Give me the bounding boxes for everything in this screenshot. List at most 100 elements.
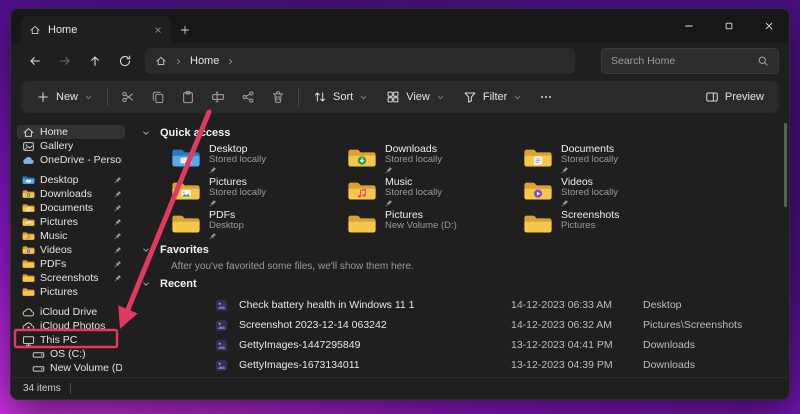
sidebar-item-screenshots[interactable]: Screenshots bbox=[17, 271, 125, 285]
onedrive-icon bbox=[22, 154, 35, 167]
more-options-button[interactable] bbox=[531, 84, 561, 110]
sidebar-item-icloud-photos[interactable]: iCloud Photos bbox=[17, 319, 125, 333]
filter-button[interactable]: Filter bbox=[454, 84, 531, 110]
pin-icon bbox=[385, 166, 442, 174]
section-recent[interactable]: Recent bbox=[141, 276, 775, 292]
command-bar: New Sort View Filter bbox=[21, 81, 779, 113]
sidebar-item-pictures[interactable]: Pictures bbox=[17, 285, 125, 299]
rename-button[interactable] bbox=[203, 84, 233, 110]
breadcrumb[interactable]: Home bbox=[145, 48, 575, 74]
pin-icon bbox=[114, 260, 122, 268]
navigation-bar: Home Search Home bbox=[11, 43, 789, 79]
quick-access-folder-pictures[interactable]: PicturesStored locally bbox=[171, 177, 347, 206]
chevron-down-icon[interactable] bbox=[141, 245, 151, 255]
quick-access-folder-downloads[interactable]: DownloadsStored locally bbox=[347, 144, 523, 173]
section-favorites[interactable]: Favorites bbox=[141, 242, 775, 258]
breadcrumb-root[interactable]: Home bbox=[190, 55, 219, 67]
sidebar-item-gallery[interactable]: Gallery bbox=[17, 139, 125, 153]
vertical-scrollbar[interactable] bbox=[784, 123, 787, 207]
back-button[interactable] bbox=[21, 47, 49, 75]
recent-files-list: Check battery health in Windows 11 114-1… bbox=[215, 295, 775, 375]
new-button[interactable]: New bbox=[27, 84, 102, 110]
quick-access-folder-desktop[interactable]: DesktopStored locally bbox=[171, 144, 347, 173]
sidebar-item-music[interactable]: Music bbox=[17, 229, 125, 243]
sidebar-item-videos[interactable]: Videos bbox=[17, 243, 125, 257]
pin-icon bbox=[561, 199, 618, 207]
sidebar-item-label: Pictures bbox=[40, 286, 78, 298]
sidebar-item-onedrive-personal[interactable]: OneDrive - Personal bbox=[17, 153, 125, 167]
content-pane: Quick access DesktopStored locally Downlo… bbox=[129, 119, 789, 377]
folder-icon bbox=[22, 287, 35, 298]
folder-tile-text: VideosStored locally bbox=[561, 177, 618, 206]
sidebar-item-desktop[interactable]: Desktop bbox=[17, 173, 125, 187]
recent-file-row[interactable]: GettyImages-167313401113-12-2023 04:39 P… bbox=[215, 355, 775, 375]
sidebar-item-label: Documents bbox=[40, 202, 93, 214]
folder-tile-text: ScreenshotsPictures bbox=[561, 210, 619, 239]
quick-access-folder-pdfs[interactable]: PDFsDesktop bbox=[171, 210, 347, 239]
folder-tile-text: DownloadsStored locally bbox=[385, 144, 442, 173]
quick-access-folder-documents[interactable]: DocumentsStored locally bbox=[523, 144, 699, 173]
image-file-icon bbox=[215, 299, 239, 312]
view-button[interactable]: View bbox=[377, 84, 454, 110]
up-button[interactable] bbox=[81, 47, 109, 75]
search-input[interactable]: Search Home bbox=[601, 48, 779, 74]
folder-name: Videos bbox=[561, 177, 618, 187]
close-button[interactable] bbox=[749, 9, 789, 43]
sidebar-item-pictures[interactable]: Pictures bbox=[17, 215, 125, 229]
section-quick-access[interactable]: Quick access bbox=[141, 125, 775, 141]
sidebar-item-os-c[interactable]: OS (C:) bbox=[17, 347, 125, 361]
sidebar-item-pdfs[interactable]: PDFs bbox=[17, 257, 125, 271]
sidebar-item-home[interactable]: Home bbox=[17, 125, 125, 139]
chevron-down-icon bbox=[513, 93, 522, 102]
sidebar-item-documents[interactable]: Documents bbox=[17, 201, 125, 215]
quick-access-folder-music[interactable]: MusicStored locally bbox=[347, 177, 523, 206]
recent-file-row[interactable]: GettyImages-144729584913-12-2023 04:41 P… bbox=[215, 335, 775, 355]
forward-button[interactable] bbox=[51, 47, 79, 75]
cut-button[interactable] bbox=[113, 84, 143, 110]
tab-close-icon[interactable] bbox=[153, 25, 163, 35]
status-bar: 34 items bbox=[11, 377, 789, 399]
folder-downloads-icon bbox=[22, 189, 35, 200]
refresh-button[interactable] bbox=[111, 47, 139, 75]
minimize-button[interactable] bbox=[669, 9, 709, 43]
quick-access-folder-pictures[interactable]: PicturesNew Volume (D:) bbox=[347, 210, 523, 239]
home-icon bbox=[155, 55, 167, 67]
new-tab-button[interactable] bbox=[171, 16, 199, 43]
divider bbox=[107, 88, 108, 106]
pin-icon bbox=[209, 232, 244, 240]
image-file-icon bbox=[215, 359, 239, 372]
delete-button[interactable] bbox=[263, 84, 293, 110]
folder-icon bbox=[523, 210, 553, 239]
quick-access-folder-videos[interactable]: VideosStored locally bbox=[523, 177, 699, 206]
copy-button[interactable] bbox=[143, 84, 173, 110]
pin-icon bbox=[561, 166, 618, 174]
tab-home[interactable]: Home bbox=[21, 16, 171, 43]
sort-button[interactable]: Sort bbox=[304, 84, 377, 110]
folder-subtitle: Desktop bbox=[209, 221, 244, 231]
titlebar: Home bbox=[11, 9, 789, 43]
recent-file-location: Downloads bbox=[643, 339, 775, 351]
recent-file-date: 13-12-2023 04:41 PM bbox=[511, 339, 643, 351]
recent-file-row[interactable]: Screenshot 2023-12-14 06324214-12-2023 0… bbox=[215, 315, 775, 335]
recent-file-row[interactable]: Check battery health in Windows 11 114-1… bbox=[215, 295, 775, 315]
sidebar-item-downloads[interactable]: Downloads bbox=[17, 187, 125, 201]
quick-access-folder-screenshots[interactable]: ScreenshotsPictures bbox=[523, 210, 699, 239]
maximize-button[interactable] bbox=[709, 9, 749, 43]
sidebar-item-this-pc[interactable]: This PC bbox=[17, 333, 125, 347]
chevron-down-icon[interactable] bbox=[141, 279, 151, 289]
preview-button[interactable]: Preview bbox=[696, 84, 773, 110]
sort-button-label: Sort bbox=[333, 91, 353, 103]
sidebar-item-new-volume-d[interactable]: New Volume (D:) bbox=[17, 361, 125, 375]
paste-button[interactable] bbox=[173, 84, 203, 110]
share-button[interactable] bbox=[233, 84, 263, 110]
search-icon[interactable] bbox=[757, 55, 769, 67]
recent-file-date: 14-12-2023 06:33 AM bbox=[511, 299, 643, 311]
sidebar-item-label: New Volume (D:) bbox=[50, 362, 122, 374]
folder-subtitle: Pictures bbox=[561, 221, 619, 231]
cloud-icon bbox=[22, 306, 35, 319]
sidebar-item-icloud-drive[interactable]: iCloud Drive bbox=[17, 305, 125, 319]
view-button-label: View bbox=[406, 91, 430, 103]
sidebar-item-label: Music bbox=[40, 230, 67, 242]
chevron-down-icon bbox=[436, 93, 445, 102]
chevron-down-icon[interactable] bbox=[141, 128, 151, 138]
